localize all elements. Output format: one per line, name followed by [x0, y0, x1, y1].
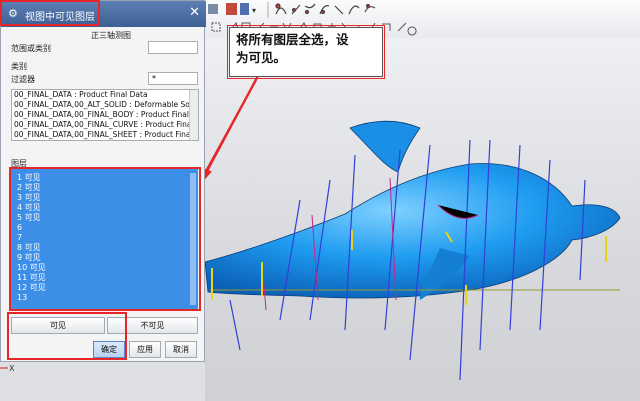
filter-label: 过滤器 — [11, 75, 35, 84]
axis-indicator: X — [0, 364, 15, 373]
filter-input[interactable]: * — [148, 72, 198, 85]
list-item[interactable]: 00_FINAL_DATA,00_FINAL_CURVE : Product F… — [12, 120, 198, 130]
title-highlight-box — [0, 0, 100, 26]
category-scrollbar[interactable] — [189, 90, 198, 140]
close-icon[interactable]: ✕ — [189, 5, 200, 20]
visible-button-highlight-box — [7, 312, 127, 360]
cancel-button[interactable]: 取消 — [165, 341, 197, 358]
category-list[interactable]: 00_FINAL_DATA : Product Final Data 00_FI… — [11, 89, 199, 141]
dolphin-model — [204, 120, 621, 300]
list-item[interactable]: 00_FINAL_DATA,00_FINAL_BODY : Product Fi… — [12, 110, 198, 120]
apply-button[interactable]: 应用 — [129, 341, 161, 358]
x-axis-label: X — [9, 364, 15, 373]
view-name: 正三轴测图 — [91, 31, 131, 40]
list-item[interactable]: 00_FINAL_DATA : Product Final Data — [12, 90, 198, 100]
list-item[interactable]: 00_FINAL_DATA,00_FINAL_SHEET : Product F… — [12, 130, 198, 140]
list-item[interactable]: 00_FINAL_DATA,00_ALT_SOLID : Deformable … — [12, 100, 198, 110]
layer-list-highlight-box — [9, 167, 201, 311]
scope-label: 范围或类别 — [11, 44, 51, 53]
scope-input[interactable] — [148, 41, 198, 54]
category-section-label: 类别 — [11, 62, 27, 71]
callout-highlight-box — [227, 25, 385, 79]
